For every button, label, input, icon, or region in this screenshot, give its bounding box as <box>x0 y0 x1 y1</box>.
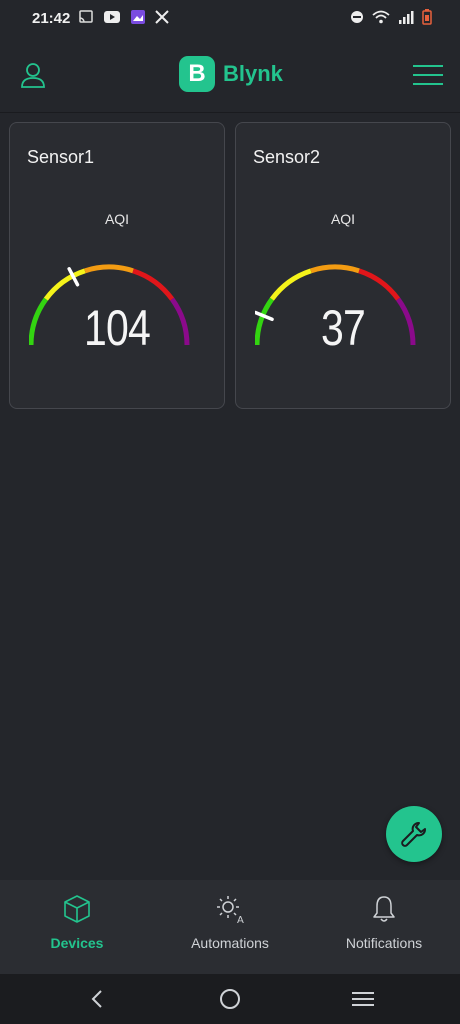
youtube-icon <box>104 11 120 23</box>
system-navigation-bar <box>0 974 460 1024</box>
dnd-icon <box>351 11 363 23</box>
gallery-icon <box>131 10 145 24</box>
nav-devices[interactable]: Devices <box>7 894 147 951</box>
x-icon <box>155 10 169 24</box>
app-header: B Blynk <box>0 38 460 113</box>
gauge-arc-segment <box>310 264 360 274</box>
blynk-logo: B Blynk <box>179 56 283 92</box>
bottom-navigation: Devices A Automations Notifications <box>0 880 460 974</box>
gauge-label: AQI <box>330 211 356 227</box>
nav-automations[interactable]: A Automations <box>160 894 300 951</box>
gauge-value: 104 <box>84 300 151 356</box>
user-profile-icon[interactable] <box>20 62 46 88</box>
logo-text: Blynk <box>223 61 283 86</box>
gauge-arc-segment <box>132 268 175 301</box>
hamburger-menu-icon[interactable] <box>413 64 443 86</box>
wifi-icon <box>372 10 390 24</box>
edit-dashboard-button[interactable] <box>386 806 442 862</box>
sun-automation-icon: A <box>217 896 244 926</box>
battery-low-icon <box>422 9 432 25</box>
gauge-arc-segment <box>358 268 401 301</box>
svg-text:A: A <box>237 915 244 924</box>
device-card-sensor1[interactable]: Sensor1 AQI 104 <box>9 122 225 409</box>
home-icon[interactable] <box>219 988 241 1010</box>
nav-label: Devices <box>50 935 104 951</box>
status-bar: 21:42 <box>0 0 460 38</box>
device-title: Sensor2 <box>253 147 321 167</box>
nav-label: Automations <box>191 935 269 951</box>
gauge-label: AQI <box>104 211 130 227</box>
cast-icon <box>79 10 93 23</box>
cube-icon <box>64 895 90 923</box>
signal-icon <box>399 11 414 24</box>
bell-icon <box>373 896 395 922</box>
gauge-value: 37 <box>321 300 366 356</box>
logo-badge: B <box>179 56 215 92</box>
wrench-icon <box>401 822 426 847</box>
gauge-arc-segment <box>84 264 134 274</box>
back-icon[interactable] <box>88 989 106 1009</box>
gauge-arc-segment <box>269 268 312 301</box>
recents-icon[interactable] <box>352 991 374 1007</box>
device-title: Sensor1 <box>27 147 95 167</box>
nav-label: Notifications <box>345 935 423 951</box>
nav-notifications[interactable]: Notifications <box>314 894 454 951</box>
device-card-sensor2[interactable]: Sensor2 AQI 37 <box>235 122 451 409</box>
status-time: 21:42 <box>32 10 71 27</box>
